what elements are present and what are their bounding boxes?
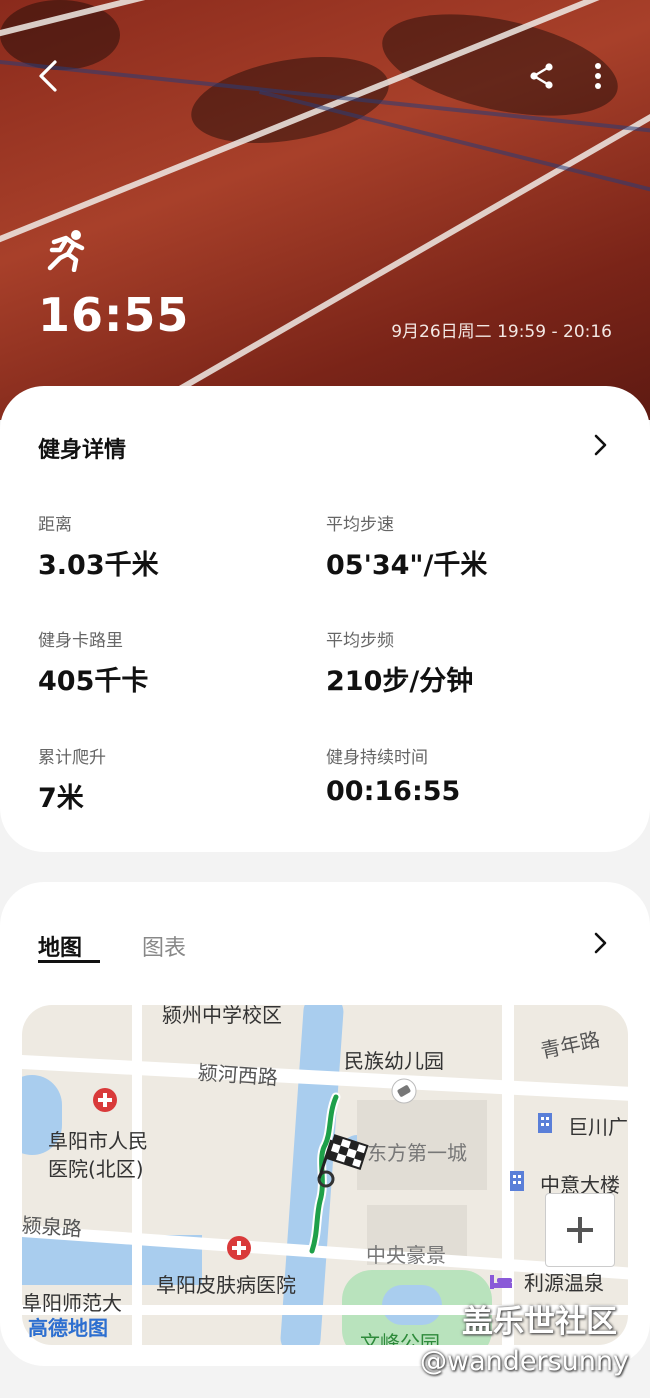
back-button[interactable] — [26, 54, 70, 98]
stat-duration: 健身持续时间 00:16:55 — [326, 743, 460, 807]
route-map[interactable]: 颍州中学校区 颍河西路 民族幼儿园 青年路 阜阳市人民 医院(北区) 东方第一城… — [22, 1005, 628, 1345]
stat-label: 平均步频 — [326, 631, 394, 651]
tab-map[interactable]: 地图 — [38, 930, 82, 962]
credit-text: @wandersunny — [420, 1346, 629, 1377]
stat-label: 健身持续时间 — [326, 748, 428, 768]
chevron-right-icon[interactable] — [588, 433, 612, 457]
more-icon — [595, 63, 601, 89]
stat-value: 00:16:55 — [326, 776, 461, 807]
stat-elevation: 累计爬升 7米 — [38, 743, 106, 815]
watermark: 盖乐世社区 — [462, 1304, 617, 1340]
workout-datetime: 9月26日周二 19:59 - 20:16 — [391, 322, 612, 342]
more-options-button[interactable] — [576, 54, 620, 98]
finish-flag-icon — [317, 1134, 369, 1188]
stat-value: 7米 — [38, 783, 84, 814]
workout-duration: 16:55 — [38, 288, 190, 342]
stat-cadence: 平均步频 210步/分钟 — [326, 626, 473, 698]
tab-chart[interactable]: 图表 — [142, 930, 186, 962]
stat-value: 405千卡 — [38, 666, 149, 697]
stat-value: 05'34"/千米 — [326, 550, 488, 581]
stat-value: 210步/分钟 — [326, 666, 474, 697]
details-title: 健身详情 — [38, 438, 127, 463]
school-icon — [391, 1078, 417, 1104]
stat-label: 距离 — [38, 515, 72, 535]
stat-calories: 健身卡路里 405千卡 — [38, 626, 148, 698]
chevron-right-icon[interactable] — [588, 931, 612, 955]
stat-label: 健身卡路里 — [38, 631, 123, 651]
stat-distance: 距离 3.03千米 — [38, 510, 159, 582]
back-arrow-icon — [39, 60, 57, 92]
map-provider-logo: 高德地图 — [28, 1316, 108, 1340]
stat-pace: 平均步速 05'34"/千米 — [326, 510, 487, 582]
zoom-in-button[interactable] — [545, 1193, 615, 1267]
plus-icon — [567, 1217, 593, 1243]
stat-label: 累计爬升 — [38, 748, 106, 768]
share-button[interactable] — [520, 54, 564, 98]
stat-value: 3.03千米 — [38, 550, 159, 581]
running-icon — [47, 230, 85, 272]
stat-label: 平均步速 — [326, 515, 394, 535]
share-icon — [530, 63, 553, 89]
tab-active-indicator — [38, 960, 100, 963]
